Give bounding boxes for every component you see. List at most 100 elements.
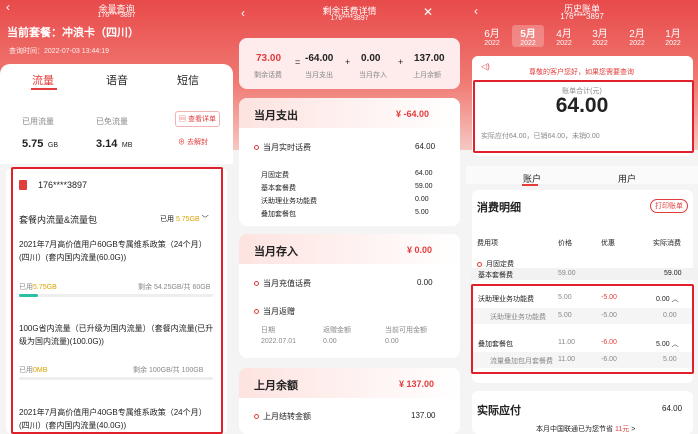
highlight-box (11, 167, 223, 434)
total-value: 64.00 (555, 94, 609, 117)
month-label: 4月 (556, 29, 572, 40)
free-data-label: 已免流量 (96, 117, 128, 126)
row-label: 沃助理业务功能费 (490, 314, 546, 321)
month-tab[interactable]: 4月 2022 (548, 25, 580, 47)
row-discount: -6.00 (601, 339, 617, 346)
payable-value: 64.00 (662, 404, 683, 413)
unlock-icon: ⊕ (178, 139, 185, 146)
row-actual: 5.00 ︿ (656, 341, 679, 348)
refund-label: 当月返赠 (254, 306, 295, 317)
last-month-card: 上月余额 ¥ 137.00 上月结转金额 137.00 (239, 368, 460, 434)
deposit-total: ¥ 0.00 (407, 245, 433, 255)
carry-value: 137.00 (411, 411, 436, 420)
view-detail-button[interactable]: ▤ 查看详单 (175, 111, 220, 127)
row-label[interactable]: 叠加套餐包 (478, 339, 513, 349)
package-item-remain: 剩余 100GB/共 100GB (133, 367, 204, 374)
year-label: 2022 (665, 40, 681, 47)
package-item-used: 已用5.75GB (19, 284, 57, 291)
col-header-price: 价格 (558, 240, 572, 247)
row-actual: 59.00 (664, 270, 682, 277)
free-data-value: 3.14 MB (96, 138, 133, 150)
row-discount: -5.00 (601, 312, 617, 319)
spend-label: 当月支出 (305, 72, 333, 79)
col-header-item: 费用项 (477, 240, 498, 247)
tab-sms[interactable]: 短信 (177, 72, 199, 88)
last-month-total: ¥ 137.00 (399, 379, 435, 389)
tab-data[interactable]: 流量 (32, 72, 54, 88)
row-label[interactable]: 沃助理业务功能费 (478, 294, 534, 304)
row-actual: 0.00 (663, 312, 677, 319)
tab-user[interactable]: 用户 (618, 172, 636, 185)
row-price: 59.00 (558, 270, 576, 277)
remaining-label: 剩余话费 (254, 72, 282, 79)
print-bill-button[interactable]: 打印账单 (650, 199, 688, 213)
month-tab[interactable]: 3月 2022 (584, 25, 616, 47)
month-tab[interactable]: 6月 2022 (476, 25, 508, 47)
col-header-actual: 实际消费 (653, 240, 681, 247)
sim-card-icon (19, 180, 27, 190)
row-label: 基本套餐费 (478, 272, 513, 279)
month-label: 6月 (484, 29, 500, 40)
account-tabs (466, 166, 698, 184)
phone-number: 176****3897 (560, 12, 604, 21)
deposit-card: 当月存入 ¥ 0.00 当月充值话费 0.00 当月返赠 日期 返赠金额 当前可… (239, 234, 460, 358)
month-tab[interactable]: 5月 2022 (512, 25, 544, 47)
close-icon[interactable]: ✕ (423, 5, 433, 19)
fee-item-value: 5.00 (415, 209, 429, 216)
saving-text[interactable]: 本月中国联通已为您节省 11元 > (536, 424, 635, 434)
spend-value: -64.00 (305, 53, 334, 64)
package-item-name: 100G省内流量（已升级为国内流量）（套餐内流量(已升级为国内流量)(100.0… (19, 324, 214, 346)
fee-item-label: 叠加套餐包 (261, 211, 296, 218)
package-phone: 176****3897 (38, 180, 88, 190)
month-label: 3月 (592, 29, 608, 40)
spend-card: 当月支出 ¥ -64.00 当月实时话费 64.00 月固定费 64.00 基本… (239, 98, 460, 226)
bill-summary: 实际应付64.00，已销64.00，未销0.00 (481, 133, 600, 140)
refund-date: 2022.07.01 (261, 338, 297, 345)
panel-bill-history: ‹ 历史账单 176****3897 6月 2022 5月 2022 4月 2022 3月 2… (466, 0, 698, 434)
fee-item-value: 0.00 (415, 196, 429, 203)
current-plan: 当前套餐：冲浪卡（四川） (7, 27, 139, 39)
speaker-icon: ◁) (481, 62, 490, 71)
fixed-fee-value: 64.00 (415, 170, 433, 177)
unblock-button[interactable]: ⊕ 去解封 (175, 135, 211, 149)
spend-title: 当月支出 (254, 110, 298, 122)
row-discount: -6.00 (601, 356, 617, 363)
notice-text: 尊敬的客户您好，如果您需要查询 (529, 69, 634, 76)
year-label: 2022 (592, 40, 608, 47)
package-progress-bar (19, 377, 213, 380)
year-label: 2022 (520, 40, 536, 47)
payable-label: 实际应付 (477, 405, 521, 417)
month-tab[interactable]: 1月 2022 (657, 25, 689, 47)
package-item-remain: 剩余 54.25GB/共 60GB (138, 284, 211, 291)
row-price: 11.00 (558, 356, 575, 363)
phone-number: 176****3897 (97, 12, 136, 19)
progress-fill (19, 294, 38, 297)
tab-indicator (31, 88, 57, 90)
panel-balance-detail: ‹ 剩余话费详情 176****3897 ✕ 73.00 剩余话费 = -64.… (233, 0, 466, 434)
plus-sign: + (345, 57, 351, 67)
spend-total: ¥ -64.00 (396, 109, 430, 119)
deposit-label: 当月存入 (359, 72, 387, 79)
last-month-label: 上月余额 (413, 72, 441, 79)
refund-header-amount: 返赠金额 (323, 327, 351, 334)
list-icon: ▤ (179, 116, 186, 123)
tab-voice[interactable]: 语音 (106, 72, 128, 88)
fixed-fee-label: 月固定费 (261, 172, 289, 179)
row-price: 5.00 (558, 294, 572, 301)
carry-label: 上月结转金额 (254, 411, 311, 422)
last-month-title: 上月余额 (254, 380, 298, 392)
month-tab[interactable]: 2月 2022 (621, 25, 653, 47)
detail-title: 消费明细 (477, 202, 521, 214)
realtime-fee-label: 当月实时话费 (254, 142, 311, 153)
recharge-value: 0.00 (417, 278, 433, 287)
fee-item-label: 基本套餐费 (261, 185, 296, 192)
query-time: 查询时间：2022-07-03 13:44:19 (9, 48, 109, 55)
refund-amount: 0.00 (323, 338, 337, 345)
plus-sign: + (398, 57, 404, 67)
year-label: 2022 (629, 40, 645, 47)
used-data-value: 5.75 GB (22, 138, 58, 150)
deposit-title: 当月存入 (254, 246, 298, 258)
section-used: 已用 5.75GB ﹀ (160, 216, 209, 223)
package-item-name: 2021年7月高价值用户60GB专属维系政策（24个月）(四川）(套内国内流量(… (19, 240, 207, 262)
year-label: 2022 (484, 40, 500, 47)
